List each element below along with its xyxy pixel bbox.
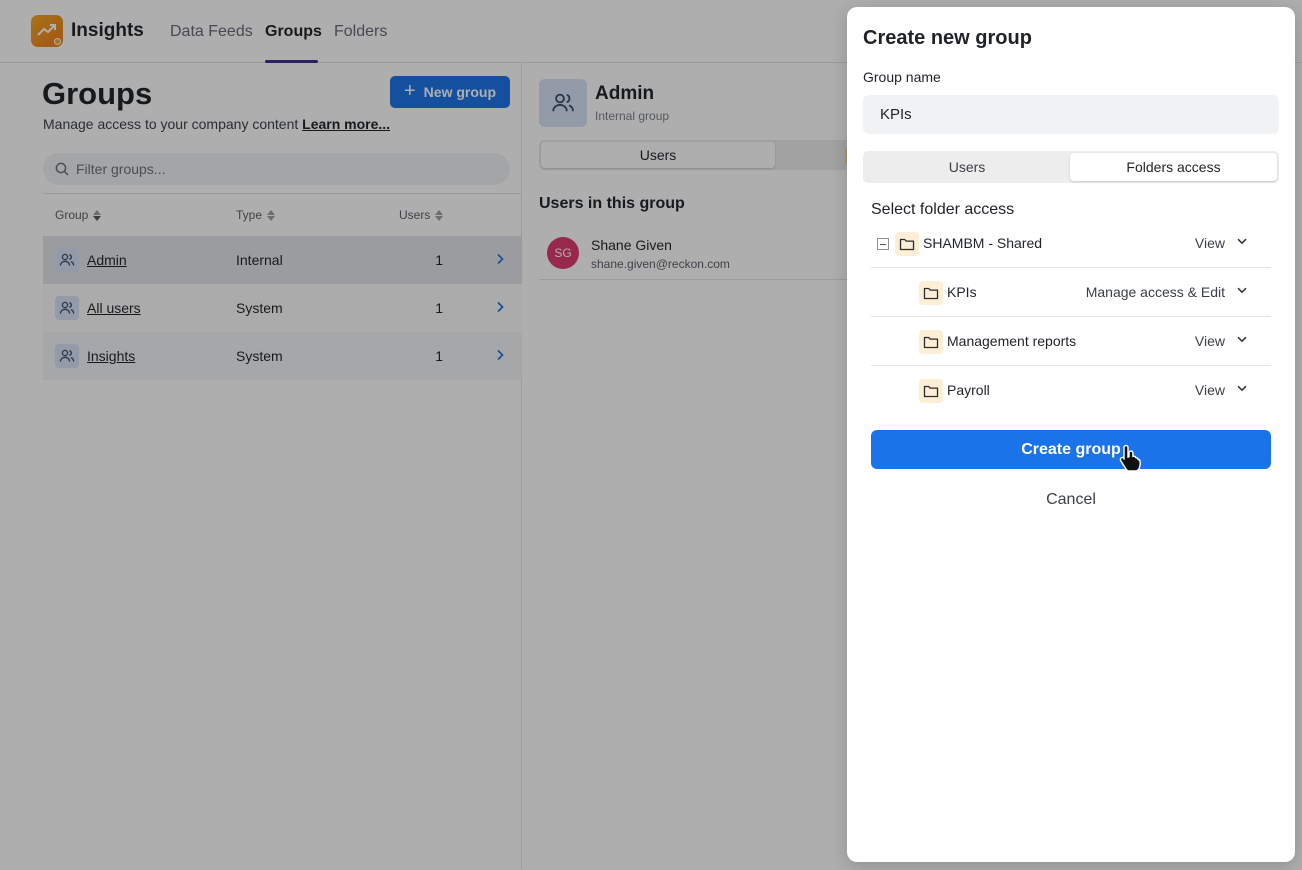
collapse-icon[interactable] [877,238,889,250]
access-select[interactable]: View [1195,382,1225,398]
create-group-dialog: Create new group Group name Users Folder… [847,7,1295,862]
cancel-button[interactable]: Cancel [871,488,1271,512]
folder-name: SHAMBM - Shared [923,235,1043,251]
tab-users[interactable]: Users [863,151,1071,183]
folder-row-management-reports: Management reports View [871,318,1271,366]
folder-row-shambm-shared: SHAMBM - Shared View [871,220,1271,268]
folder-name: KPIs [947,284,977,300]
chevron-down-icon[interactable] [1237,336,1247,343]
folder-name: Payroll [947,382,990,398]
chevron-down-icon[interactable] [1237,287,1247,294]
folder-icon [919,379,943,403]
folder-icon [919,281,943,305]
access-select[interactable]: Manage access & Edit [1086,284,1225,300]
access-select[interactable]: View [1195,333,1225,349]
group-name-input[interactable] [863,95,1279,134]
access-select[interactable]: View [1195,235,1225,251]
folder-row-payroll: Payroll View [871,367,1271,415]
folder-icon [895,232,919,256]
folder-name: Management reports [947,333,1077,349]
chevron-down-icon[interactable] [1237,238,1247,245]
folder-row-kpis: KPIs Manage access & Edit [871,269,1271,317]
select-folder-heading: Select folder access [871,201,1015,218]
chevron-down-icon[interactable] [1237,385,1247,392]
group-name-label: Group name [863,69,941,85]
tab-folders-access[interactable]: Folders access [1070,153,1277,181]
hand-cursor-icon [1119,444,1141,472]
folder-icon [919,330,943,354]
create-group-button[interactable]: Create group [871,430,1271,469]
dialog-title: Create new group [863,27,1032,49]
